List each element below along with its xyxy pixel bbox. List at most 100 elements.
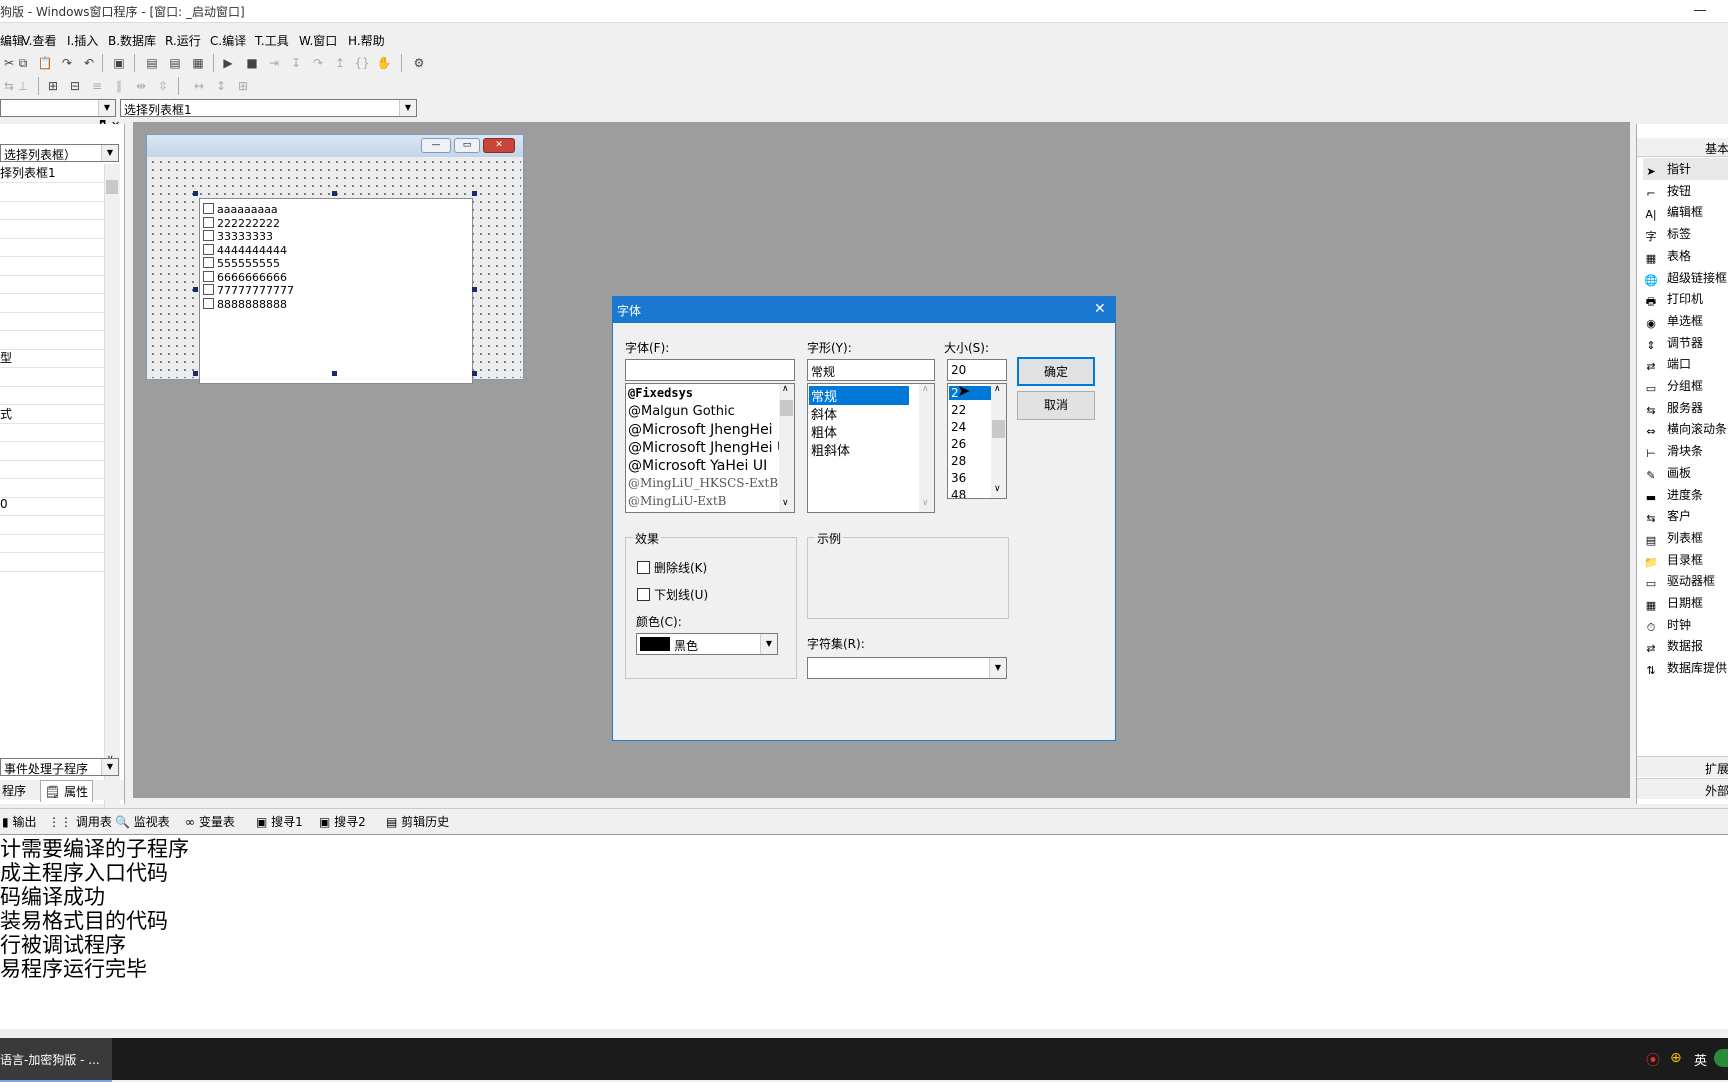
hand-icon[interactable]: ✋	[375, 54, 393, 72]
toolbox-item[interactable]: ⇄ 数据报	[1643, 635, 1703, 657]
toolbox-item[interactable]: ➤ 指针	[1643, 158, 1728, 180]
underline-checkbox[interactable]	[637, 588, 650, 601]
size-list-scrollbar[interactable]: ∧ ∨	[991, 384, 1006, 498]
paste-icon[interactable]: 📋	[36, 54, 54, 72]
tab-program[interactable]: 程序	[2, 782, 26, 799]
size-list-item[interactable]: 26	[949, 437, 968, 451]
chevron-up-icon[interactable]: ∧	[994, 384, 1001, 394]
property-row[interactable]	[0, 460, 104, 479]
run-icon[interactable]: ▶	[219, 54, 237, 72]
chevron-down-icon[interactable]: ▼	[989, 658, 1006, 678]
size-input[interactable]: 20	[947, 359, 1007, 381]
output-pane[interactable]: 计需要编译的子程序 成主程序入口代码 码编译成功 装易格式目的代码 行被调试程序…	[0, 834, 1728, 1029]
style-list-scrollbar[interactable]: ∧ ∨	[919, 384, 934, 512]
chevron-down-icon[interactable]: ▼	[101, 145, 118, 161]
toolbox-item[interactable]: A| 编辑框	[1643, 201, 1703, 223]
size-height-icon[interactable]: ↕	[212, 77, 230, 95]
size-width-icon[interactable]: ↔	[190, 77, 208, 95]
property-row[interactable]	[0, 442, 104, 461]
toolbox-item[interactable]: ⇆ 服务器	[1643, 397, 1703, 419]
cancel-button[interactable]: 取消	[1017, 391, 1095, 420]
undo-icon[interactable]: ↶	[80, 54, 98, 72]
menu-window[interactable]: W.窗口	[299, 32, 337, 49]
form-minimize-button[interactable]: —	[421, 138, 451, 153]
toolbox-item[interactable]: 字标签	[1643, 223, 1692, 245]
resize-handle[interactable]	[332, 371, 337, 376]
find-icon[interactable]: ▣	[110, 54, 128, 72]
chevron-down-icon[interactable]: ▼	[98, 100, 115, 116]
toolbox-item[interactable]: ▭ 驱动器框	[1643, 570, 1715, 592]
same-width-icon[interactable]: ≡	[88, 77, 106, 95]
toolbox-item[interactable]: ⇔ 横向滚动条	[1643, 418, 1727, 440]
property-row[interactable]	[0, 553, 104, 572]
tab-call-table[interactable]: ⋮⋮ 调用表	[48, 813, 112, 830]
property-row[interactable]	[0, 220, 104, 239]
color-combo[interactable]: 黑色 ▼	[636, 633, 778, 655]
style-list-item[interactable]: 粗体	[809, 422, 839, 441]
ok-button[interactable]: 确定	[1017, 357, 1095, 386]
step-out-icon[interactable]: ↥	[331, 54, 349, 72]
checklist-box[interactable]: aaaaaaaaa 222222222 33333333 4444444444 5555…	[199, 198, 473, 384]
list-item-checkbox[interactable]	[203, 270, 214, 282]
chevron-up-icon[interactable]: ∧	[922, 384, 929, 394]
tab-output[interactable]: ▮ 输出	[2, 813, 36, 830]
toolbox-item[interactable]: ⌐ 按钮	[1643, 180, 1691, 202]
plus-icon[interactable]: ⊕	[1670, 1050, 1682, 1066]
menu-view[interactable]: V.查看	[22, 32, 56, 49]
record-icon[interactable]: ⦿	[1646, 1050, 1660, 1070]
property-row[interactable]	[0, 294, 104, 313]
app-tray-icon[interactable]	[1714, 1049, 1728, 1067]
toolbox-item[interactable]: 📁 目录框	[1643, 549, 1703, 571]
font-name-list[interactable]: @MingLiU-ExtB @MingLiU_HKSCS-ExtB @Microso…	[625, 383, 795, 513]
toolbox-item[interactable]: ▦ 表格	[1643, 245, 1691, 267]
list-item[interactable]: 4444444444	[203, 243, 287, 258]
font-list-scrollbar[interactable]: ∧ ∨	[779, 384, 794, 512]
step-into-icon[interactable]: ↧	[287, 54, 305, 72]
same-height-icon[interactable]: ∥	[110, 77, 128, 95]
list-item[interactable]: 33333333	[203, 230, 273, 244]
toolbox-item[interactable]: ✎ 画板	[1643, 462, 1691, 484]
font-list-item[interactable]: @Malgun Gothic	[628, 404, 735, 419]
toolbox-item[interactable]: ⇕ 调节器	[1643, 332, 1703, 354]
list-item-checkbox[interactable]	[203, 284, 214, 295]
menu-tools[interactable]: T.工具	[255, 32, 289, 49]
size-list-item[interactable]: 36	[949, 471, 968, 485]
style-list-item[interactable]: 斜体	[809, 404, 839, 423]
step-over-icon[interactable]: ↷	[309, 54, 327, 72]
property-row[interactable]	[0, 386, 104, 405]
font-list-item[interactable]: @MingLiU_HKSCS-ExtB	[628, 476, 778, 490]
menu-compile[interactable]: C.编译	[210, 32, 246, 49]
form-maximize-button[interactable]: ▭	[454, 138, 480, 153]
list-item-checkbox[interactable]	[203, 243, 214, 255]
list-item[interactable]: 555555555	[203, 257, 280, 271]
toolbox-item[interactable]: ▤ 列表框	[1643, 527, 1703, 549]
list-item-checkbox[interactable]	[203, 297, 214, 309]
resize-handle[interactable]	[332, 191, 337, 196]
font-list-item[interactable]: @MingLiU-ExtB	[628, 494, 726, 508]
font-list-item[interactable]: @Microsoft JhengHei	[628, 422, 773, 438]
resize-handle[interactable]	[193, 287, 198, 292]
property-row[interactable]	[0, 368, 104, 387]
toolbox-item[interactable]: ⏱ 时钟	[1643, 614, 1691, 636]
size-list[interactable]: 48 36 28 26 24 22 2 ∧ ∨	[947, 383, 1007, 499]
minimize-button[interactable]	[1690, 0, 1710, 20]
toolbox-item[interactable]: ⊢ 滑块条	[1643, 440, 1703, 462]
braces-icon[interactable]: {}	[353, 54, 371, 72]
tab-watch[interactable]: 🔍 监视表	[115, 813, 170, 830]
menu-insert[interactable]: I.插入	[67, 32, 98, 49]
list-item[interactable]: aaaaaaaaa	[203, 203, 278, 217]
layout-left-icon[interactable]: ▤	[143, 54, 161, 72]
style-list-item[interactable]: 常规	[809, 386, 909, 405]
grid-icon[interactable]: ⊞	[234, 77, 252, 95]
chevron-down-icon[interactable]: ∨	[922, 498, 929, 508]
property-row[interactable]	[0, 238, 104, 257]
list-item[interactable]: 8888888888	[203, 297, 287, 312]
menu-run[interactable]: R.运行	[165, 32, 201, 49]
property-row[interactable]	[0, 183, 104, 202]
chevron-down-icon[interactable]: ∨	[994, 484, 1001, 494]
style-list[interactable]: 粗斜体 粗体 斜体 常规 ∧ ∨	[807, 383, 935, 513]
debug-icon[interactable]: ⚙	[410, 54, 428, 72]
font-list-item[interactable]: @Fixedsys	[628, 386, 693, 400]
toolbox-item[interactable]: ⇆ 客户	[1643, 505, 1691, 527]
list-item-checkbox[interactable]	[203, 216, 214, 228]
